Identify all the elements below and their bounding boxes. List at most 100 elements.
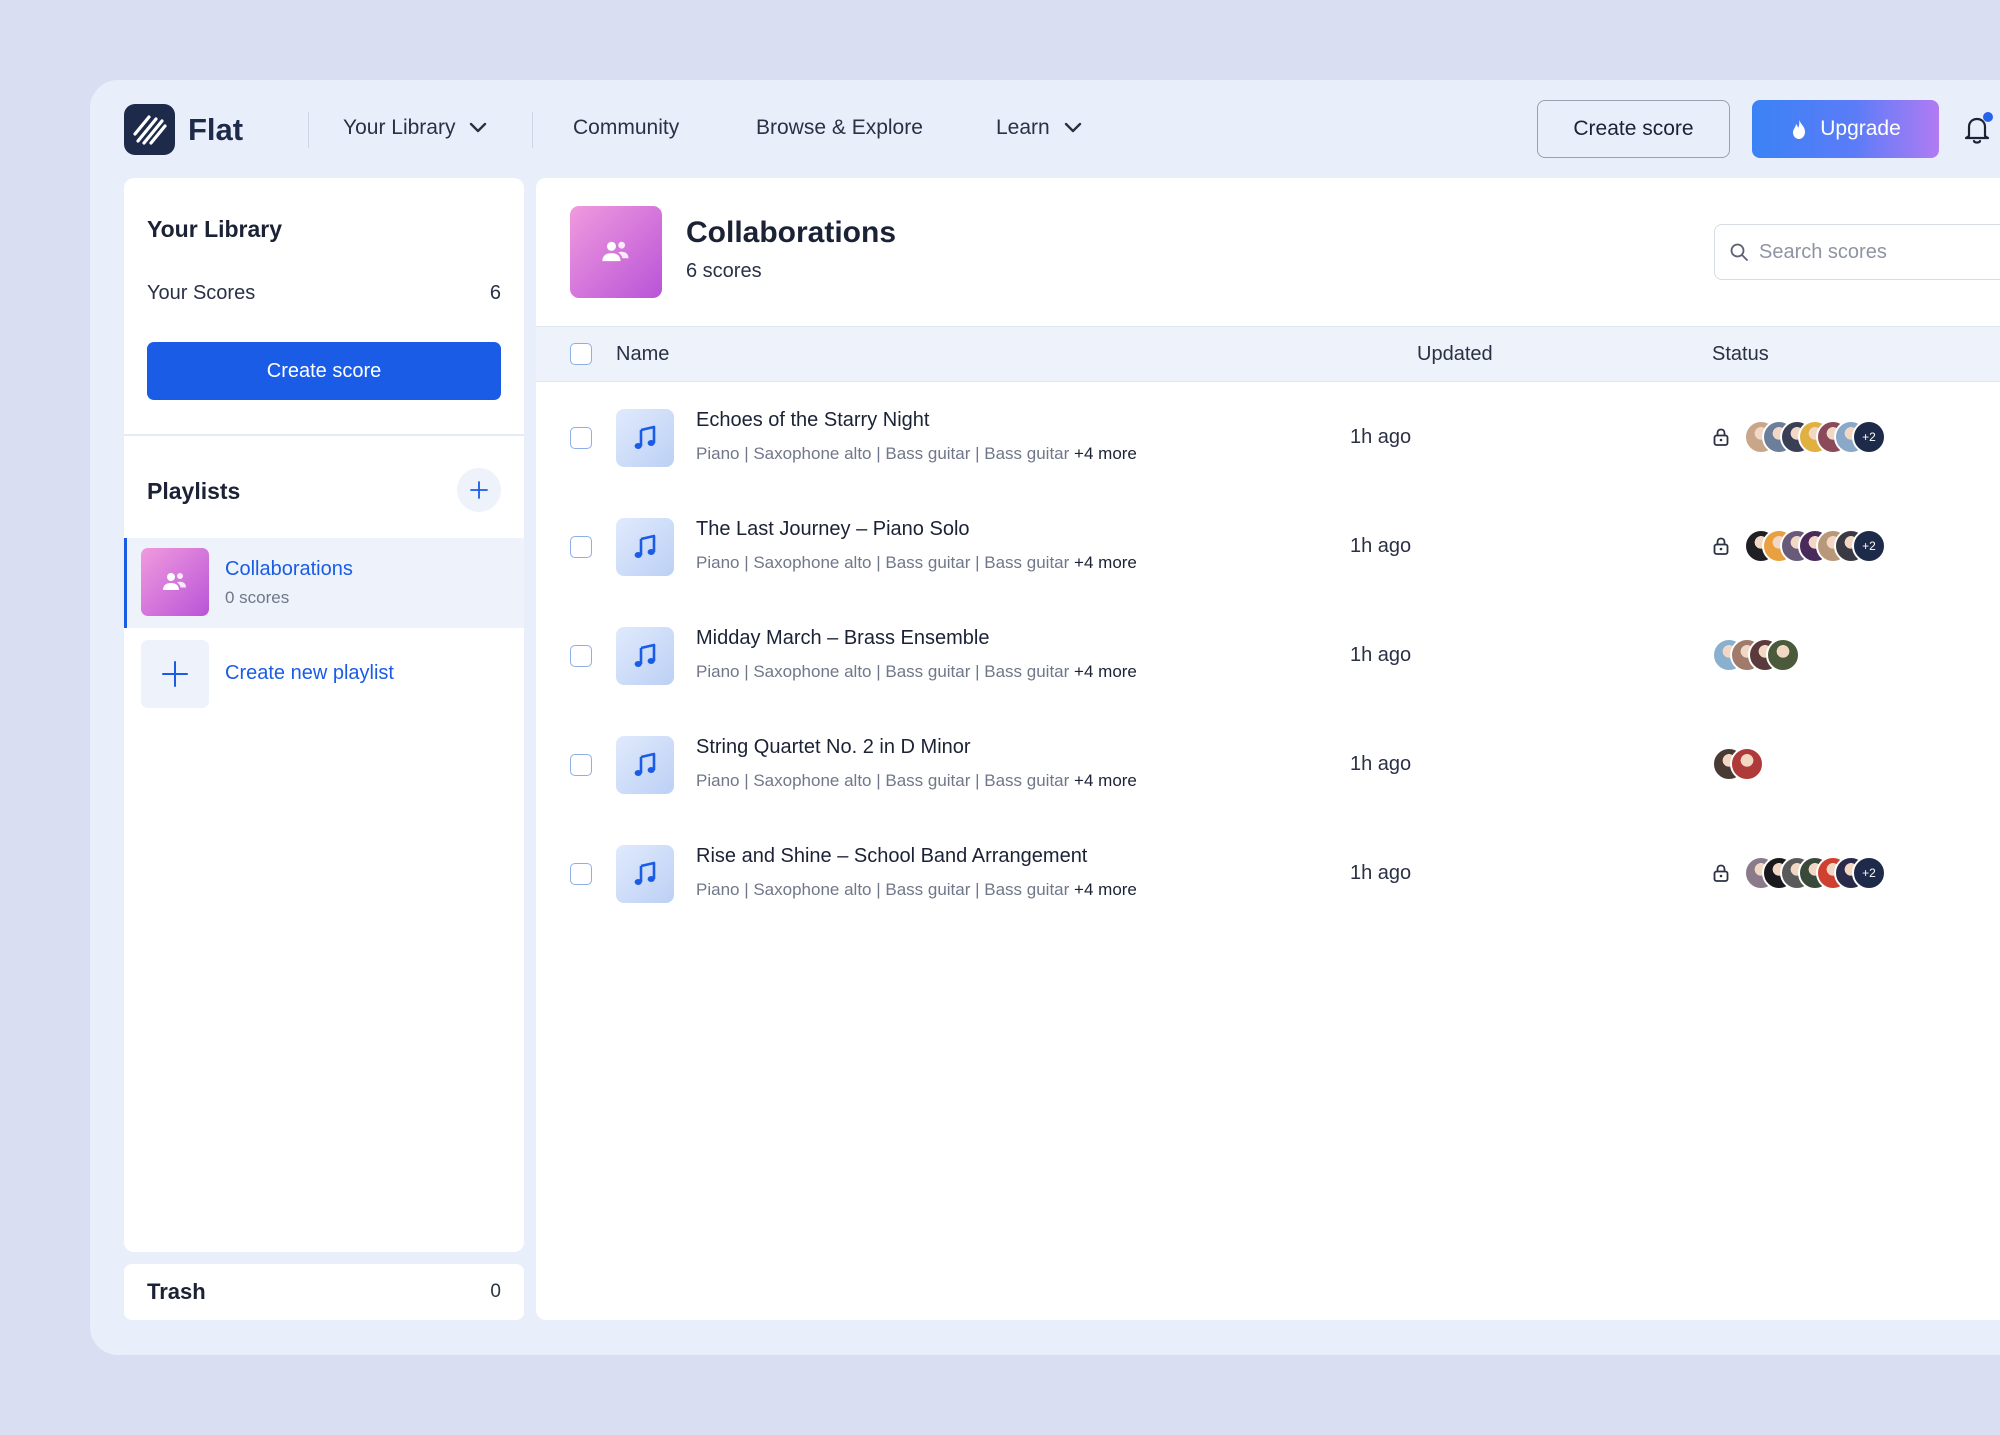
table-header: Name Updated Status	[536, 326, 2000, 382]
score-thumbnail[interactable]	[616, 518, 674, 576]
score-title[interactable]: Midday March – Brass Ensemble	[696, 627, 989, 650]
sidebar-item-trash[interactable]: Trash 0	[124, 1264, 524, 1320]
more-instruments: +4 more	[1074, 444, 1137, 463]
score-title[interactable]: The Last Journey – Piano Solo	[696, 518, 970, 541]
plus-icon	[470, 481, 488, 499]
collaborator-avatars[interactable]	[1712, 747, 1764, 781]
table-row[interactable]: String Quartet No. 2 in D Minor Piano | …	[536, 711, 2000, 819]
more-collaborators-badge[interactable]: +2	[1852, 856, 1886, 890]
more-collaborators-badge[interactable]: +2	[1852, 529, 1886, 563]
collaborator-avatars[interactable]: +2	[1744, 420, 1886, 454]
search-input[interactable]	[1759, 235, 2000, 269]
score-status	[1712, 638, 1800, 672]
score-title[interactable]: Echoes of the Starry Night	[696, 409, 929, 432]
more-instruments: +4 more	[1074, 553, 1137, 572]
logo[interactable]: Flat	[124, 104, 243, 155]
table-row[interactable]: Midday March – Brass Ensemble Piano | Sa…	[536, 602, 2000, 710]
more-instruments: +4 more	[1074, 880, 1137, 899]
chevron-down-icon	[1064, 122, 1081, 133]
avatar	[1766, 638, 1800, 672]
score-title[interactable]: String Quartet No. 2 in D Minor	[696, 736, 971, 759]
upgrade-button[interactable]: Upgrade	[1752, 100, 1939, 158]
score-thumbnail[interactable]	[616, 845, 674, 903]
nav-community[interactable]: Community	[573, 116, 679, 140]
trash-count: 0	[490, 1281, 501, 1302]
score-instruments: Piano | Saxophone alto | Bass guitar | B…	[696, 444, 1137, 464]
more-collaborators-badge[interactable]: +2	[1852, 420, 1886, 454]
playlist-count: 0 scores	[225, 588, 290, 607]
lock-icon	[1713, 864, 1729, 882]
instrument-list: Piano | Saxophone alto | Bass guitar | B…	[696, 771, 1070, 790]
collaborator-avatars[interactable]	[1712, 638, 1800, 672]
create-score-button[interactable]: Create score	[1537, 100, 1730, 158]
score-updated: 1h ago	[1350, 535, 1412, 557]
row-checkbox[interactable]	[570, 427, 592, 449]
score-title[interactable]: Rise and Shine – School Band Arrangement	[696, 845, 1087, 868]
nav-learn-label: Learn	[996, 116, 1050, 139]
score-status	[1712, 747, 1764, 781]
nav-divider	[532, 112, 533, 148]
collaborator-avatars[interactable]: +2	[1744, 529, 1886, 563]
trash-label: Trash	[147, 1279, 206, 1304]
nav-your-library-label: Your Library	[343, 116, 456, 139]
sidebar: Your Library Your Scores 6 Create score …	[124, 178, 524, 1252]
table-row[interactable]: Echoes of the Starry Night Piano | Saxop…	[536, 384, 2000, 492]
nav-learn[interactable]: Learn	[996, 116, 1082, 140]
score-thumbnail[interactable]	[616, 409, 674, 467]
row-checkbox[interactable]	[570, 645, 592, 667]
collaborator-avatars[interactable]: +2	[1744, 856, 1886, 890]
top-nav: Flat Your Library Community Browse & Exp…	[90, 80, 2000, 180]
score-updated: 1h ago	[1350, 862, 1412, 884]
playlists-title: Playlists	[147, 478, 241, 504]
upgrade-label: Upgrade	[1820, 117, 1901, 140]
table-row[interactable]: The Last Journey – Piano Solo Piano | Sa…	[536, 493, 2000, 601]
music-note-icon	[634, 643, 656, 667]
app-window: Flat Your Library Community Browse & Exp…	[90, 80, 2000, 1355]
row-checkbox[interactable]	[570, 536, 592, 558]
select-all-checkbox[interactable]	[570, 343, 592, 365]
add-playlist-button[interactable]	[457, 468, 501, 512]
score-updated: 1h ago	[1350, 426, 1412, 448]
create-playlist-button[interactable]	[141, 640, 209, 708]
main-panel: Collaborations 6 scores Name Updated Sta…	[536, 178, 2000, 1320]
playlist-name: Collaborations	[225, 558, 353, 580]
sidebar-create-score-button[interactable]: Create score	[147, 342, 501, 400]
plus-icon	[162, 661, 188, 687]
page-subtitle: 6 scores	[686, 260, 762, 282]
table-row[interactable]: Rise and Shine – School Band Arrangement…	[536, 820, 2000, 928]
avatar	[1730, 747, 1764, 781]
score-status: +2	[1712, 420, 1886, 454]
column-status: Status	[1712, 343, 1769, 365]
column-updated[interactable]: Updated	[1417, 343, 1493, 366]
instrument-list: Piano | Saxophone alto | Bass guitar | B…	[696, 662, 1070, 681]
row-checkbox[interactable]	[570, 863, 592, 885]
score-thumbnail[interactable]	[616, 627, 674, 685]
flame-icon	[1793, 119, 1806, 139]
create-playlist-link[interactable]: Create new playlist	[225, 662, 394, 685]
score-instruments: Piano | Saxophone alto | Bass guitar | B…	[696, 553, 1137, 573]
music-note-icon	[634, 425, 656, 449]
playlist-item-collaborations[interactable]: Collaborations 0 scores	[124, 538, 524, 628]
score-updated: 1h ago	[1350, 644, 1412, 666]
search-icon	[1730, 243, 1748, 261]
your-scores-label: Your Scores	[147, 282, 256, 304]
collaborations-playlist-icon	[141, 548, 209, 616]
score-thumbnail[interactable]	[616, 736, 674, 794]
score-status: +2	[1712, 529, 1886, 563]
nav-your-library[interactable]: Your Library	[343, 116, 487, 140]
score-instruments: Piano | Saxophone alto | Bass guitar | B…	[696, 880, 1137, 900]
score-updated: 1h ago	[1350, 753, 1412, 775]
brand-name: Flat	[188, 111, 244, 147]
music-note-icon	[634, 752, 656, 776]
instrument-list: Piano | Saxophone alto | Bass guitar | B…	[696, 880, 1070, 899]
sidebar-item-your-scores[interactable]: Your Scores 6	[147, 282, 501, 305]
instrument-list: Piano | Saxophone alto | Bass guitar | B…	[696, 553, 1070, 572]
lock-icon	[1713, 537, 1729, 555]
column-name[interactable]: Name	[616, 343, 669, 366]
notification-dot	[1983, 112, 1993, 122]
row-checkbox[interactable]	[570, 754, 592, 776]
more-instruments: +4 more	[1074, 662, 1137, 681]
page-title: Collaborations	[686, 216, 897, 249]
nav-browse-explore[interactable]: Browse & Explore	[756, 116, 923, 140]
instrument-list: Piano | Saxophone alto | Bass guitar | B…	[696, 444, 1070, 463]
